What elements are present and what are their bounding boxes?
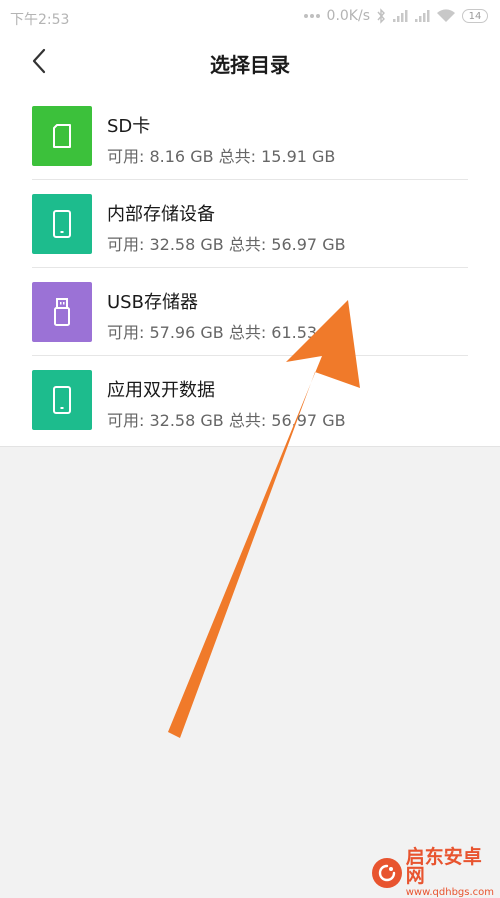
watermark-name: 启东安卓网 [405, 846, 482, 887]
phone-icon [32, 194, 92, 254]
storage-item-detail: 可用: 57.96 GB 总共: 61.53 GB [107, 323, 346, 342]
watermark: 启东安卓网 www.qdhbgs.com [372, 848, 500, 898]
sd-card-icon [32, 106, 92, 166]
status-indicators: 0.0K/s 14 [303, 8, 488, 24]
watermark-url: www.qdhbgs.com [405, 887, 495, 898]
watermark-text: 启东安卓网 www.qdhbgs.com [406, 848, 500, 898]
status-bar: 下午2:53 0.0K/s 14 [0, 0, 500, 34]
storage-item-sd-card[interactable]: SD卡 可用: 8.16 GB 总共: 15.91 GB [0, 92, 500, 180]
list-bottom-divider [0, 446, 500, 447]
storage-item-internal[interactable]: 内部存储设备 可用: 32.58 GB 总共: 56.97 GB [0, 180, 500, 268]
storage-item-detail: 可用: 32.58 GB 总共: 56.97 GB [107, 235, 346, 254]
page-title: 选择目录 [210, 53, 290, 77]
signal-icon-2 [414, 9, 430, 23]
network-speed: 0.0K/s [326, 8, 370, 24]
storage-item-name: 应用双开数据 [107, 380, 215, 401]
signal-icon [392, 9, 408, 23]
storage-item-name: SD卡 [107, 116, 151, 137]
wifi-icon [436, 9, 456, 23]
battery-icon: 14 [462, 9, 488, 23]
status-time: 下午2:53 [10, 12, 70, 28]
watermark-logo-icon [372, 858, 402, 888]
storage-item-detail: 可用: 8.16 GB 总共: 15.91 GB [107, 147, 336, 166]
storage-item-name: 内部存储设备 [107, 204, 215, 225]
usb-drive-icon [32, 282, 92, 342]
phone-icon [32, 370, 92, 430]
storage-item-usb[interactable]: USB存储器 可用: 57.96 GB 总共: 61.53 GB [0, 268, 500, 356]
header: 选择目录 [0, 34, 500, 92]
more-dots-icon [303, 13, 321, 19]
storage-list: SD卡 可用: 8.16 GB 总共: 15.91 GB 内部存储设备 可用: … [0, 92, 500, 446]
storage-item-detail: 可用: 32.58 GB 总共: 56.97 GB [107, 411, 346, 430]
storage-item-name: USB存储器 [107, 292, 198, 313]
bluetooth-icon [376, 8, 386, 24]
storage-item-dual-app[interactable]: 应用双开数据 可用: 32.58 GB 总共: 56.97 GB [0, 356, 500, 444]
